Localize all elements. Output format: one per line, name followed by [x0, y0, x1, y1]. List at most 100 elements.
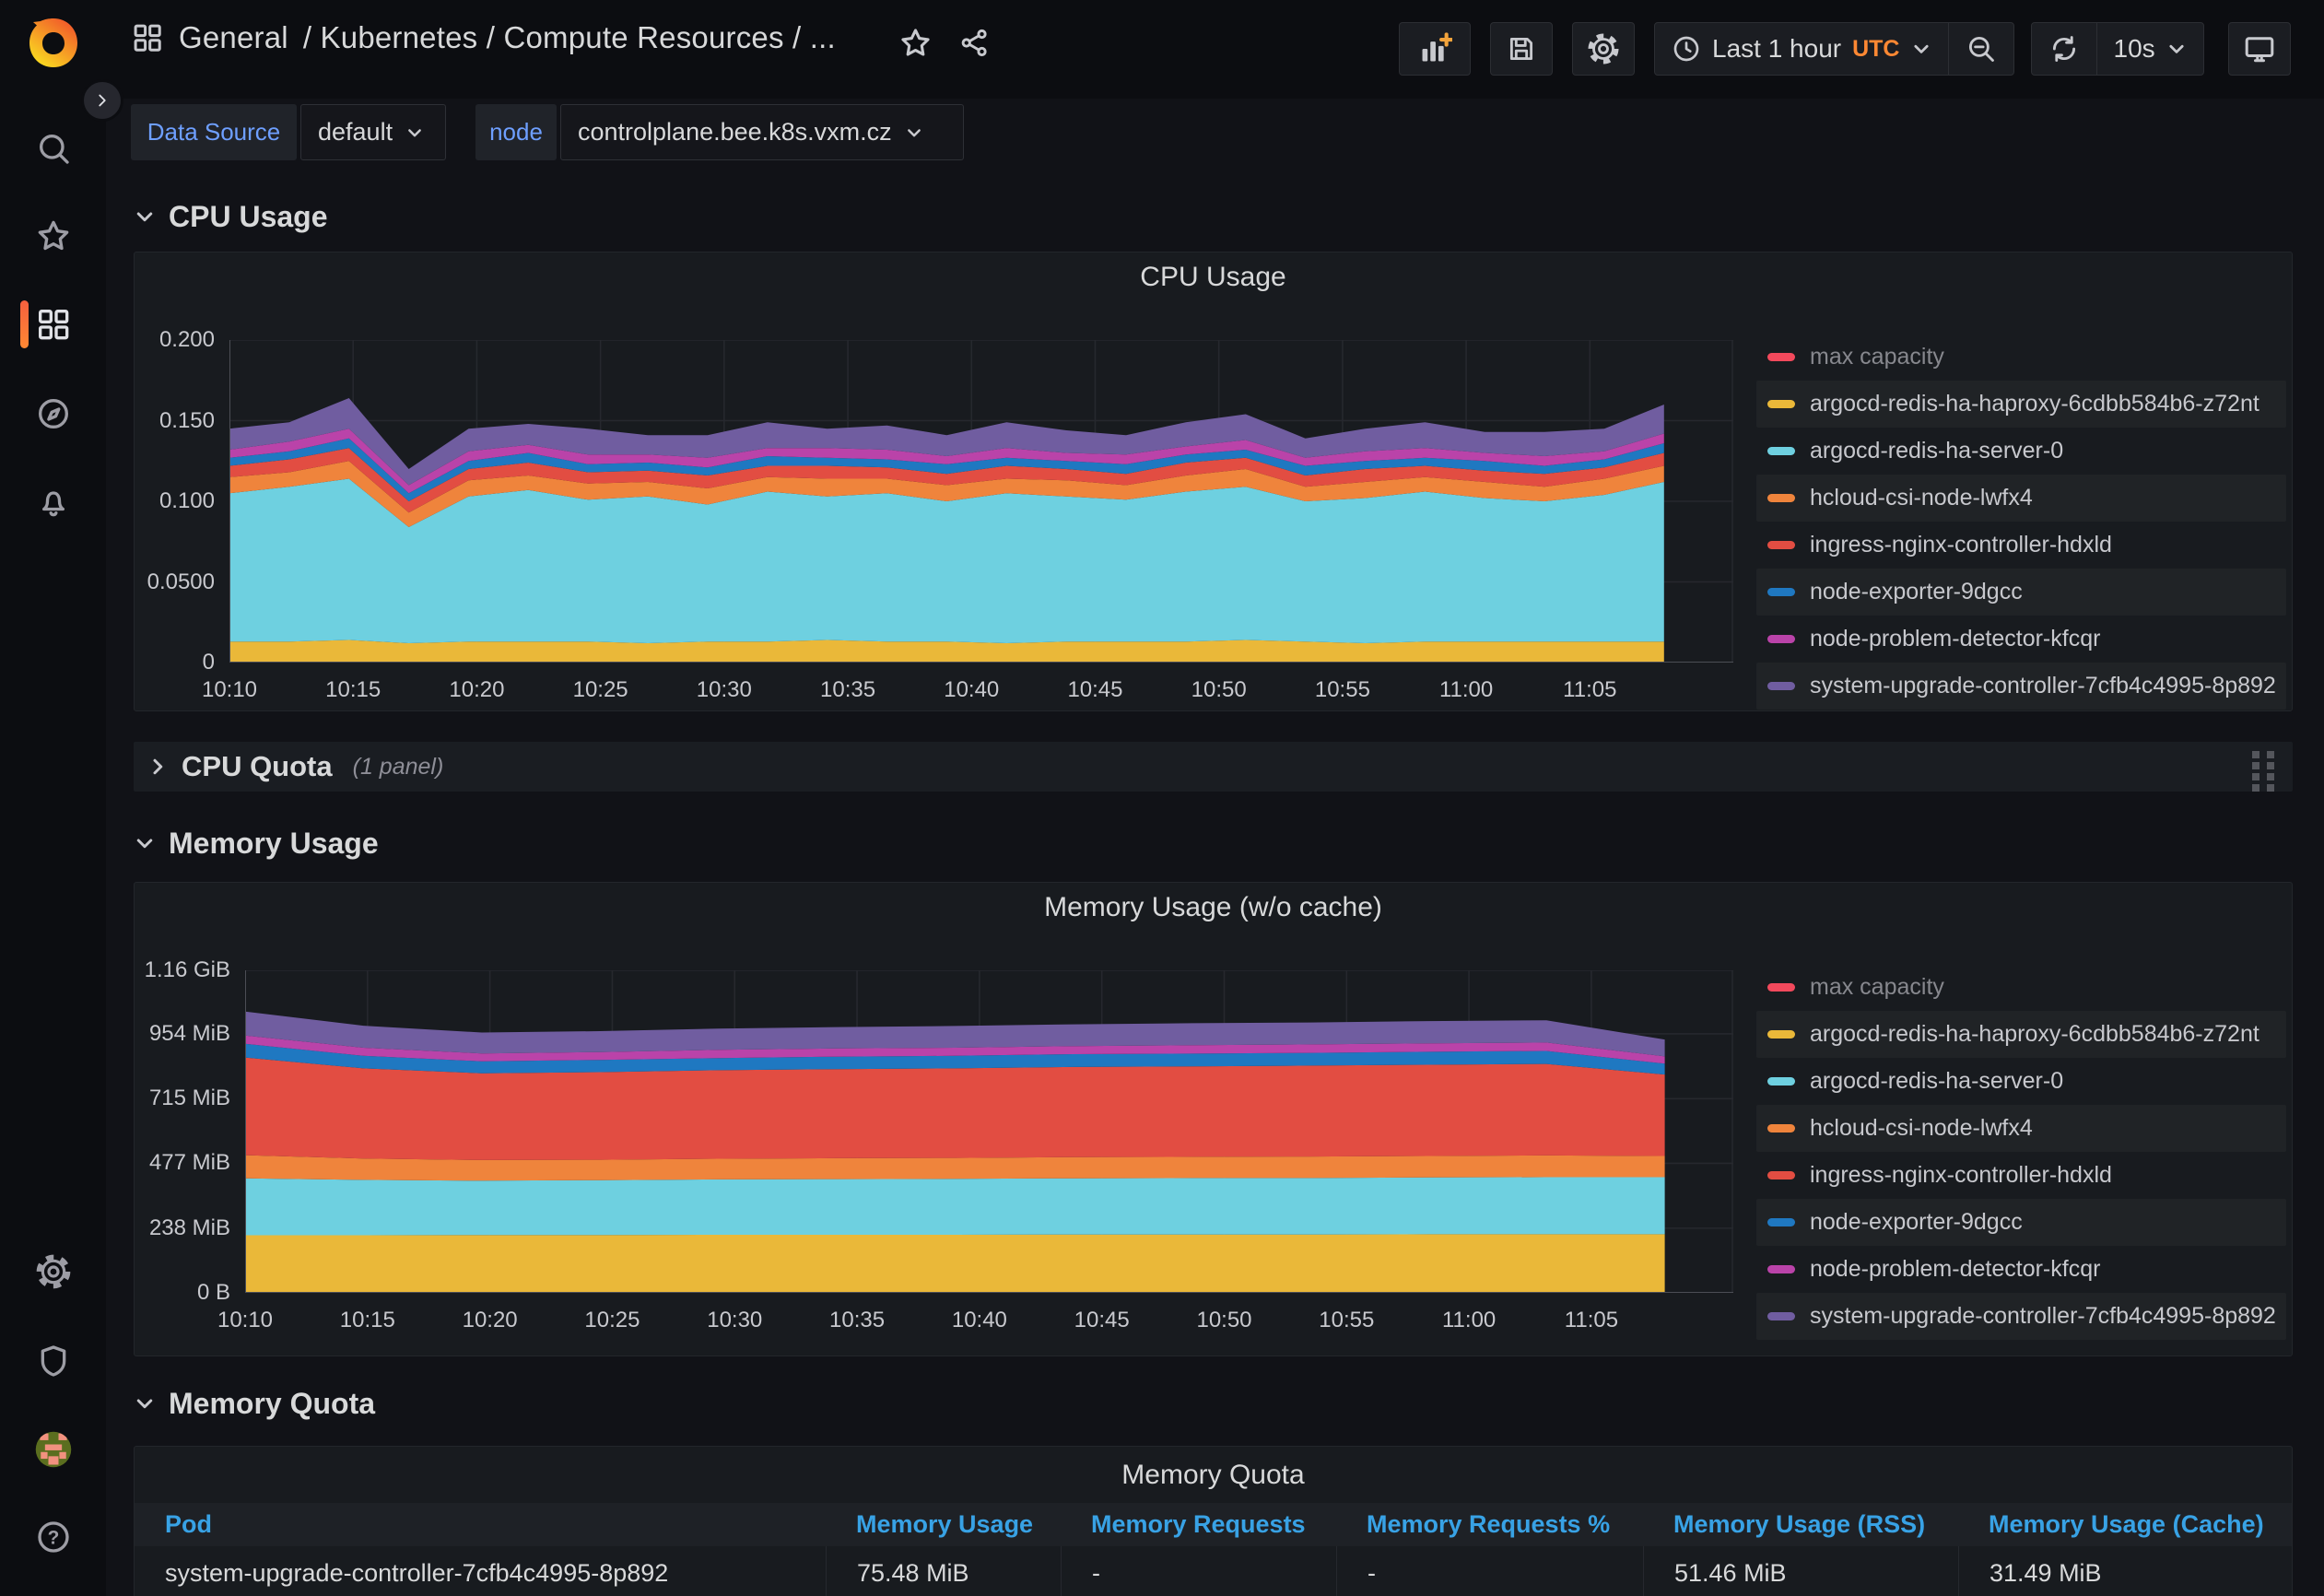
x-axis-tick: 10:40 [952, 1308, 1007, 1333]
grafana-logo[interactable] [0, 15, 106, 70]
panel-cpu-usage: CPU Usage 10:1010:1510:2010:2510:3010:35… [134, 252, 2293, 711]
memory_usage-plot-area[interactable] [245, 970, 1733, 1293]
panel-title-memory-usage[interactable]: Memory Usage (w/o cache) [135, 892, 2292, 923]
row-title-cpu-quota: CPU Quota [182, 750, 333, 783]
breadcrumb-folder[interactable]: General [179, 20, 288, 55]
y-axis-tick: 0 B [197, 1280, 230, 1306]
cpu_usage-legend: max capacity argocd-redis-ha-haproxy-6cdb… [1756, 334, 2286, 710]
series-area-argocd-redis-ha-haproxy-6cdbb584b6-z72nt [229, 640, 1664, 663]
variable-label-node: node [475, 104, 557, 160]
legend-item[interactable]: ingress-nginx-controller-hdxld [1756, 1152, 2286, 1199]
legend-swatch [1767, 1312, 1795, 1320]
x-axis-tick: 10:50 [1191, 677, 1247, 703]
breadcrumb[interactable]: General / Kubernetes / Compute Resources… [131, 20, 836, 55]
y-axis-tick: 0.150 [159, 408, 215, 434]
legend-item[interactable]: node-problem-detector-kfcqr [1756, 616, 2286, 663]
legend-item[interactable]: argocd-redis-ha-haproxy-6cdbb584b6-z72nt [1756, 381, 2286, 428]
cpu_usage-plot-area[interactable] [229, 340, 1733, 663]
y-axis-tick: 0.100 [159, 488, 215, 514]
time-picker-group: Last 1 hour UTC [1654, 22, 2014, 76]
row-header-cpu-usage[interactable]: CPU Usage [134, 195, 328, 238]
column-header[interactable]: Memory Requests [1061, 1503, 1336, 1546]
svg-text:?: ? [47, 1527, 59, 1548]
legend-item[interactable]: max capacity [1756, 964, 2286, 1011]
legend-label: argocd-redis-ha-haproxy-6cdbb584b6-z72nt [1810, 391, 2259, 417]
refresh-button[interactable] [2032, 23, 2096, 75]
y-axis-tick: 477 MiB [149, 1150, 230, 1176]
time-range-label: Last 1 hour [1712, 34, 1841, 64]
legend-swatch [1767, 588, 1795, 596]
legend-swatch [1767, 1171, 1795, 1179]
zoom-out-button[interactable] [1949, 23, 2013, 75]
legend-item[interactable]: argocd-redis-ha-haproxy-6cdbb584b6-z72nt [1756, 1011, 2286, 1058]
legend-item[interactable]: node-exporter-9dgcc [1756, 569, 2286, 616]
apps-grid-icon [131, 21, 164, 54]
legend-label: ingress-nginx-controller-hdxld [1810, 1162, 2112, 1189]
sidebar-item-favorites[interactable] [0, 208, 106, 264]
dashboard-settings-button[interactable] [1572, 22, 1635, 76]
legend-item[interactable]: argocd-redis-ha-server-0 [1756, 1058, 2286, 1105]
timezone-label: UTC [1852, 36, 1899, 63]
column-header[interactable]: Memory Usage [826, 1503, 1061, 1546]
legend-item[interactable]: system-upgrade-controller-7cfb4c4995-8p8… [1756, 663, 2286, 710]
add-panel-button[interactable] [1399, 22, 1471, 76]
legend-item[interactable]: node-exporter-9dgcc [1756, 1199, 2286, 1246]
share-icon[interactable] [958, 27, 991, 59]
gear-icon [1587, 32, 1620, 65]
panel-title-cpu-usage[interactable]: CPU Usage [135, 262, 2292, 293]
column-header[interactable]: Pod [135, 1503, 826, 1546]
x-axis-tick: 11:05 [1563, 677, 1616, 703]
help-icon: ? [35, 1519, 72, 1555]
legend-swatch [1767, 1077, 1795, 1086]
legend-item[interactable]: node-problem-detector-kfcqr [1756, 1246, 2286, 1293]
row-header-cpu-quota[interactable]: CPU Quota (1 panel) [134, 742, 2293, 792]
sidebar-expand-button[interactable] [81, 79, 123, 122]
legend-item[interactable]: hcloud-csi-node-lwfx4 [1756, 475, 2286, 522]
x-axis-tick: 10:45 [1067, 677, 1122, 703]
variable-select-node[interactable]: controlplane.bee.k8s.vxm.cz [560, 104, 964, 160]
legend-item[interactable]: system-upgrade-controller-7cfb4c4995-8p8… [1756, 1293, 2286, 1340]
legend-item[interactable]: hcloud-csi-node-lwfx4 [1756, 1105, 2286, 1152]
x-axis-tick: 10:25 [584, 1308, 640, 1333]
legend-swatch [1767, 682, 1795, 690]
column-header[interactable]: Memory Requests % [1336, 1503, 1643, 1546]
refresh-interval-select[interactable]: 10s [2097, 23, 2203, 75]
favorite-star-icon[interactable] [898, 26, 933, 60]
variable-label-datasource: Data Source [131, 104, 297, 160]
sidebar-item-alerting[interactable] [0, 475, 106, 530]
x-axis-tick: 10:40 [944, 677, 999, 703]
variable-select-datasource[interactable]: default [300, 104, 446, 160]
shield-icon [35, 1343, 72, 1379]
column-header[interactable]: Memory Usage (Cache) [1958, 1503, 2292, 1546]
row-header-memory-usage[interactable]: Memory Usage [134, 822, 379, 864]
cycle-view-mode-button[interactable] [2228, 22, 2291, 76]
panel-title-memory-quota[interactable]: Memory Quota [135, 1460, 2292, 1491]
time-range-picker[interactable]: Last 1 hour UTC [1655, 23, 1948, 75]
legend-swatch [1767, 983, 1795, 992]
legend-label: max capacity [1810, 974, 1944, 1001]
legend-item[interactable]: argocd-redis-ha-server-0 [1756, 428, 2286, 475]
sidebar-item-profile[interactable] [0, 1422, 106, 1477]
x-axis-tick: 10:55 [1315, 677, 1370, 703]
save-dashboard-button[interactable] [1490, 22, 1553, 76]
x-axis-tick: 10:50 [1196, 1308, 1251, 1333]
panel-memory-usage: Memory Usage (w/o cache) 10:1010:1510:20… [134, 882, 2293, 1356]
row-header-memory-quota[interactable]: Memory Quota [134, 1382, 375, 1425]
chevron-right-icon [92, 90, 112, 111]
sidebar-item-dashboards[interactable] [0, 297, 106, 352]
variable-value-datasource: default [318, 118, 393, 147]
sidebar-item-search[interactable] [0, 121, 106, 176]
table-cell: 75.48 MiB [826, 1546, 1061, 1596]
sidebar-item-help[interactable]: ? [0, 1509, 106, 1565]
sidebar-item-server-admin[interactable] [0, 1333, 106, 1389]
sidebar-item-configuration[interactable] [0, 1244, 106, 1299]
column-header[interactable]: Memory Usage (RSS) [1643, 1503, 1958, 1546]
gear-icon [35, 1253, 72, 1290]
legend-item[interactable]: max capacity [1756, 334, 2286, 381]
table-header-row: PodMemory UsageMemory RequestsMemory Req… [135, 1503, 2292, 1546]
x-axis-tick: 11:05 [1565, 1308, 1618, 1333]
sidebar-item-explore[interactable] [0, 386, 106, 441]
y-axis-tick: 715 MiB [149, 1086, 230, 1111]
row-drag-handle[interactable] [2252, 751, 2278, 788]
legend-item[interactable]: ingress-nginx-controller-hdxld [1756, 522, 2286, 569]
